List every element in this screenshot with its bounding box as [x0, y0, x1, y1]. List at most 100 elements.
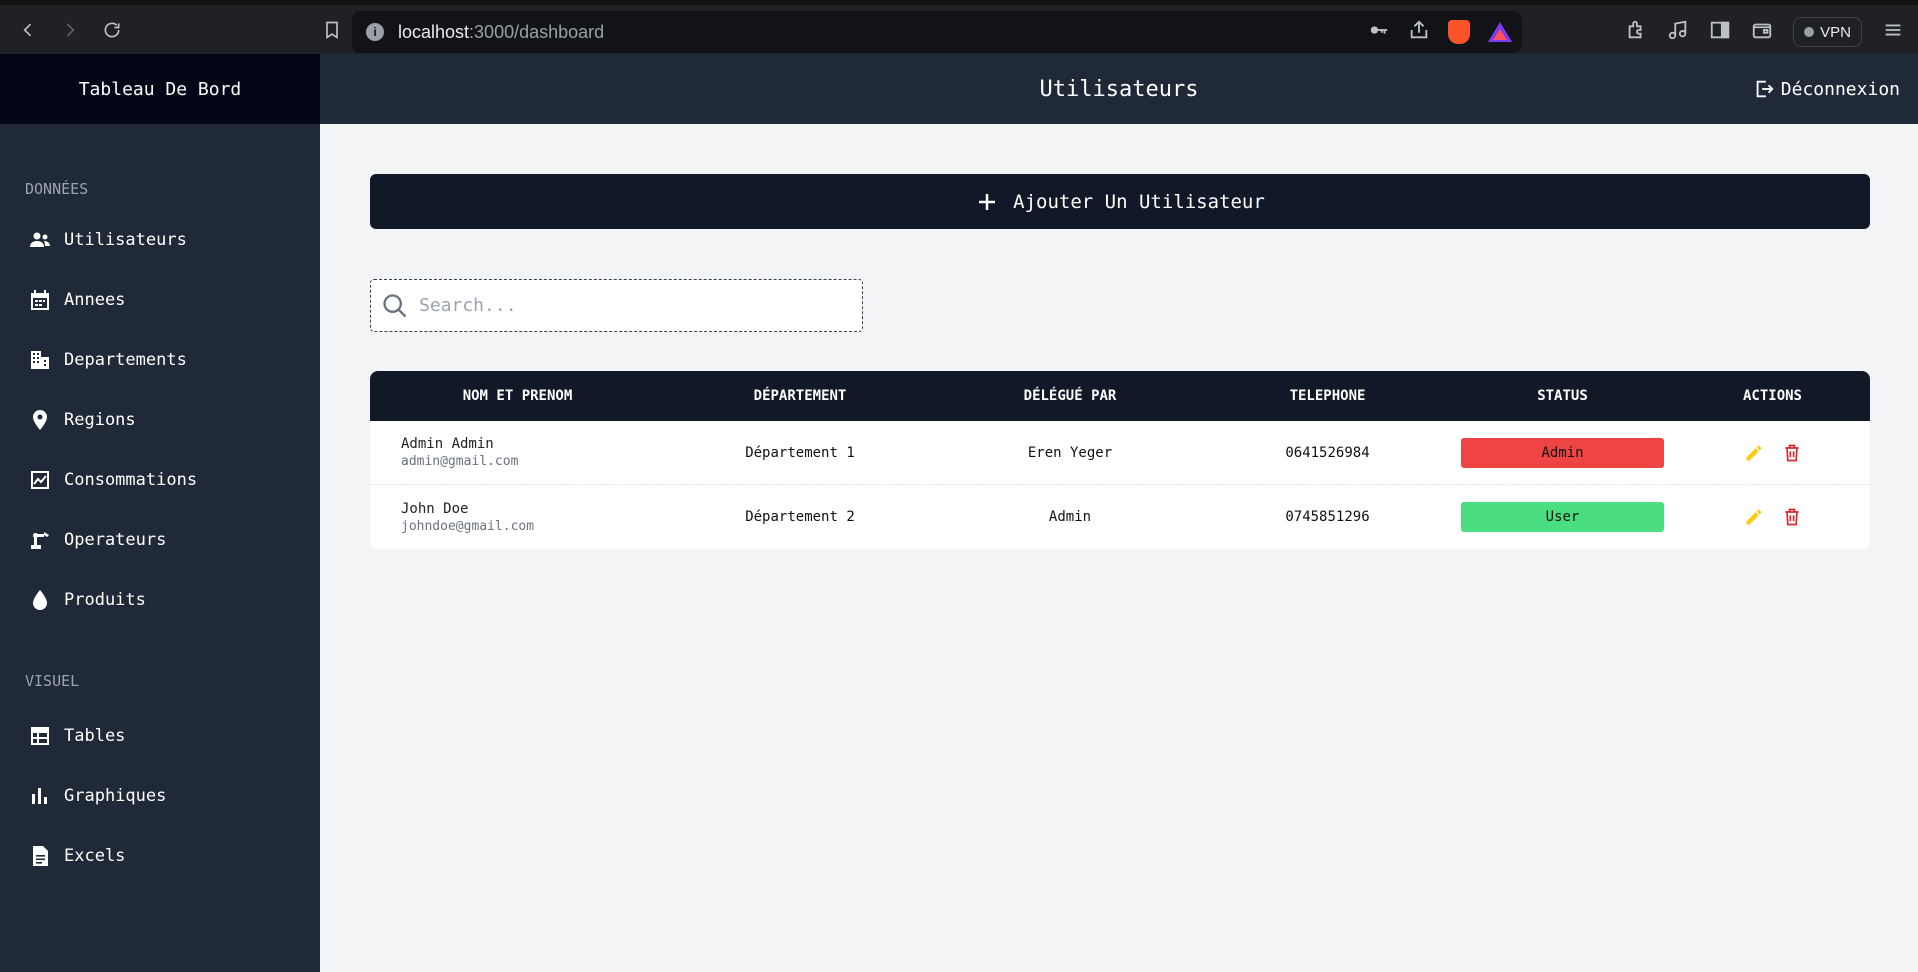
media-icon[interactable]: [1667, 19, 1689, 45]
users-table: NOM ET PRENOM DÉPARTEMENT DÉLÉGUÉ PAR TE…: [370, 371, 1870, 549]
search-input[interactable]: [419, 295, 839, 316]
sidebar-item-label: Excels: [64, 846, 126, 866]
site-info-icon[interactable]: i: [366, 23, 384, 41]
page-title: Utilisateurs: [1039, 76, 1199, 102]
edit-icon[interactable]: [1744, 507, 1764, 527]
page-header: Utilisateurs Déconnexion: [320, 54, 1918, 124]
operator-icon: [31, 532, 49, 549]
actions-cell: [1675, 507, 1870, 527]
delegated-by-cell: Eren Yeger: [1027, 444, 1113, 461]
column-header-actions: ACTIONS: [1742, 388, 1802, 404]
column-header-status: STATUS: [1537, 388, 1588, 404]
sidebar-item-regions[interactable]: Regions: [0, 390, 320, 450]
vpn-button[interactable]: VPN: [1793, 17, 1862, 47]
sidebar-item-label: Regions: [64, 410, 136, 430]
bar-chart-icon: [32, 788, 47, 804]
sidebar-item-operateurs[interactable]: Operateurs: [0, 510, 320, 570]
sidebar: Tableau De Bord DONNÉES Utilisateurs Ann…: [0, 54, 320, 972]
browser-toolbar: i localhost:3000/dashboard VPN: [0, 0, 1918, 54]
delete-icon[interactable]: [1782, 443, 1802, 463]
user-name: Admin Admin: [401, 436, 494, 452]
logout-button[interactable]: Déconnexion: [1753, 54, 1900, 124]
sidebar-item-utilisateurs[interactable]: Utilisateurs: [0, 210, 320, 270]
back-button[interactable]: [8, 10, 48, 50]
url-host: localhost: [398, 21, 470, 42]
reload-button[interactable]: [92, 10, 132, 50]
sidebar-item-label: Tables: [64, 726, 126, 746]
sidebar-item-excels[interactable]: Excels: [0, 826, 320, 886]
brave-rewards-icon[interactable]: [1488, 22, 1512, 42]
sidebar-item-label: Annees: [64, 290, 126, 310]
sidebar-item-annees[interactable]: Annees: [0, 270, 320, 330]
location-pin-icon: [33, 410, 47, 430]
table-row: Admin Admin admin@gmail.com Département …: [370, 421, 1870, 485]
column-header-department: DÉPARTEMENT: [753, 388, 847, 404]
status-cell: User: [1450, 502, 1675, 532]
bookmark-button[interactable]: [312, 10, 352, 50]
wallet-icon[interactable]: [1751, 19, 1773, 45]
sidebar-item-label: Produits: [64, 590, 146, 610]
logout-icon: [1756, 80, 1774, 98]
user-name: John Doe: [401, 500, 469, 517]
forward-button[interactable]: [50, 10, 90, 50]
table-icon: [31, 727, 49, 745]
plus-icon: [979, 193, 996, 210]
phone-cell: 0641526984: [1285, 444, 1370, 461]
column-header-phone: TELEPHONE: [1289, 388, 1366, 404]
sidebar-section-visuel: VISUEL Tables Graphiques Excels: [0, 630, 320, 886]
users-icon: [30, 232, 50, 247]
document-icon: [33, 846, 48, 866]
sidebar-item-graphiques[interactable]: Graphiques: [0, 766, 320, 826]
column-header-delegated-by: DÉLÉGUÉ PAR: [1023, 388, 1117, 404]
vpn-label: VPN: [1820, 23, 1851, 41]
status-cell: Admin: [1450, 437, 1675, 468]
sidebar-item-label: Graphiques: [64, 786, 167, 806]
sidebar-item-label: Utilisateurs: [64, 230, 187, 250]
actions-cell: [1675, 443, 1870, 463]
vpn-status-icon: [1804, 27, 1815, 37]
sidebar-item-departements[interactable]: Departements: [0, 330, 320, 390]
user-email: johndoe@gmail.com: [401, 518, 535, 534]
delegated-by-cell: Admin: [1048, 509, 1092, 525]
sidebar-title: Tableau De Bord: [0, 54, 320, 124]
edit-icon[interactable]: [1744, 443, 1764, 463]
key-icon[interactable]: [1368, 19, 1390, 46]
section-label: VISUEL: [25, 672, 80, 690]
url-path: :3000/dashboard: [469, 21, 605, 42]
sidebar-item-consommations[interactable]: Consommations: [0, 450, 320, 510]
building-icon: [31, 351, 49, 369]
sidebar-item-produits[interactable]: Produits: [0, 570, 320, 630]
sidebar-item-label: Operateurs: [64, 530, 167, 550]
brave-shield-icon[interactable]: [1448, 20, 1470, 44]
user-cell: John Doe johndoe@gmail.com: [370, 501, 665, 534]
table-header: NOM ET PRENOM DÉPARTEMENT DÉLÉGUÉ PAR TE…: [370, 371, 1870, 421]
sidebar-item-label: Consommations: [64, 470, 198, 490]
sidebar-section-donnees: DONNÉES Utilisateurs Annees Departements…: [0, 124, 320, 630]
delete-icon[interactable]: [1782, 507, 1802, 527]
user-email: admin@gmail.com: [401, 454, 519, 469]
address-bar[interactable]: i localhost:3000/dashboard: [352, 11, 1522, 53]
department-cell: Département 1: [745, 444, 855, 461]
table-row: John Doe johndoe@gmail.com Département 2…: [370, 485, 1870, 549]
status-badge: Admin: [1461, 437, 1664, 468]
add-user-label: Ajouter Un Utilisateur: [1013, 190, 1265, 213]
add-user-button[interactable]: Ajouter Un Utilisateur: [370, 174, 1870, 229]
department-cell: Département 2: [745, 509, 855, 525]
calendar-icon: [31, 290, 49, 310]
search-icon: [383, 293, 407, 317]
column-header-name: NOM ET PRENOM: [462, 388, 573, 404]
extensions-icon[interactable]: [1625, 19, 1647, 45]
user-cell: Admin Admin admin@gmail.com: [370, 436, 665, 469]
drop-icon: [33, 590, 47, 610]
phone-cell: 0745851296: [1285, 509, 1370, 525]
chart-line-icon: [31, 471, 49, 489]
share-icon[interactable]: [1408, 19, 1430, 46]
logout-label: Déconnexion: [1780, 78, 1900, 100]
sidebar-item-tables[interactable]: Tables: [0, 706, 320, 766]
menu-icon[interactable]: [1882, 19, 1904, 45]
sidebar-toggle-icon[interactable]: [1709, 19, 1731, 45]
status-badge: User: [1461, 502, 1664, 532]
sidebar-item-label: Departements: [64, 350, 187, 370]
section-label: DONNÉES: [25, 180, 89, 198]
search-field: [370, 279, 863, 332]
